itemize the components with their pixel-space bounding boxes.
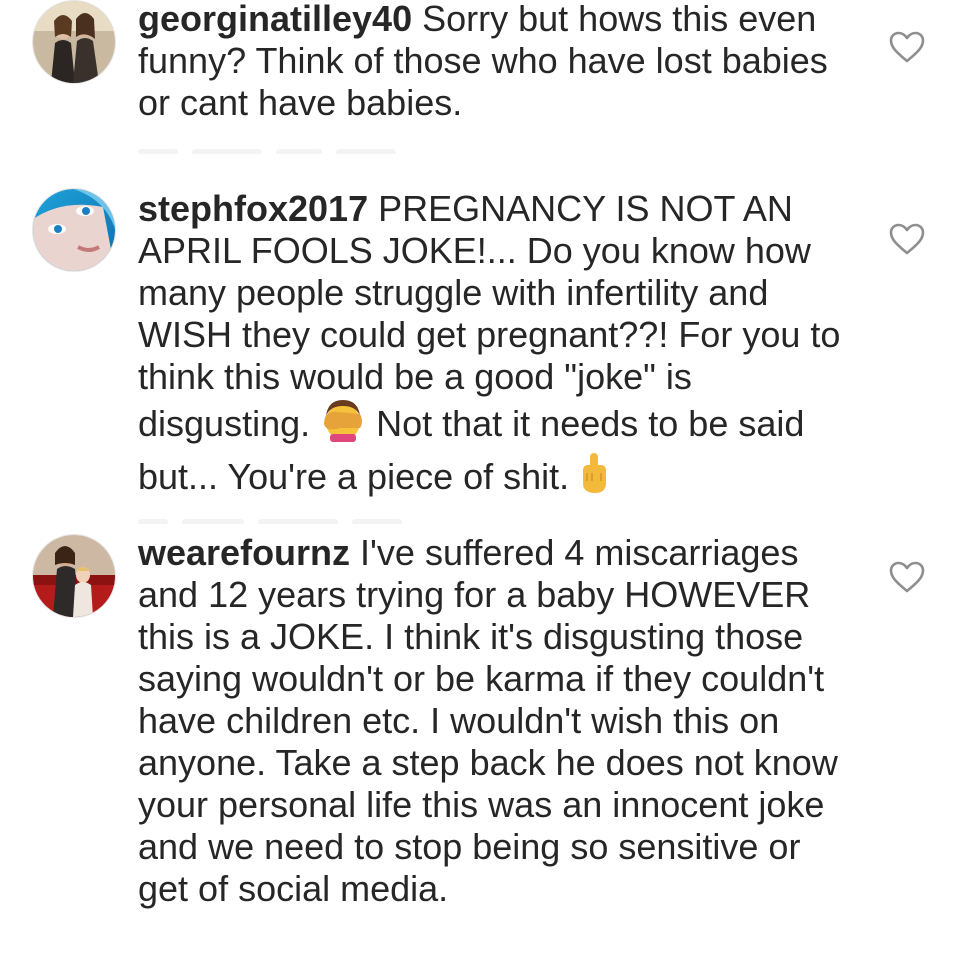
heart-icon[interactable]	[888, 222, 926, 256]
avatar[interactable]	[32, 0, 116, 84]
comment-username[interactable]: georginatilley40	[138, 0, 412, 39]
heart-icon[interactable]	[888, 560, 926, 594]
comment-meta	[138, 142, 478, 154]
avatar-photo	[33, 535, 115, 617]
comment-body: I've suffered 4 miscarriages and 12 year…	[138, 532, 838, 909]
comment-item: georginatilley40 Sorry but hows this eve…	[0, 0, 980, 154]
avatar-photo	[33, 189, 115, 271]
middle-finger-emoji	[579, 451, 609, 504]
comment-username[interactable]: stephfox2017	[138, 188, 368, 229]
comment-text: stephfox2017 PREGNANCY IS NOT AN APRIL F…	[138, 188, 850, 504]
face-palm-emoji	[320, 398, 366, 451]
comment-item: wearefournz I've suffered 4 miscarriages…	[0, 530, 980, 980]
avatar-photo	[33, 1, 115, 83]
comment-text: wearefournz I've suffered 4 miscarriages…	[138, 532, 850, 910]
avatar[interactable]	[32, 534, 116, 618]
heart-icon[interactable]	[888, 30, 926, 64]
comment-username[interactable]: wearefournz	[138, 532, 350, 573]
avatar[interactable]	[32, 188, 116, 272]
comment-item: stephfox2017 PREGNANCY IS NOT AN APRIL F…	[0, 186, 980, 524]
comment-meta	[138, 512, 478, 524]
comment-text: georginatilley40 Sorry but hows this eve…	[138, 0, 850, 124]
